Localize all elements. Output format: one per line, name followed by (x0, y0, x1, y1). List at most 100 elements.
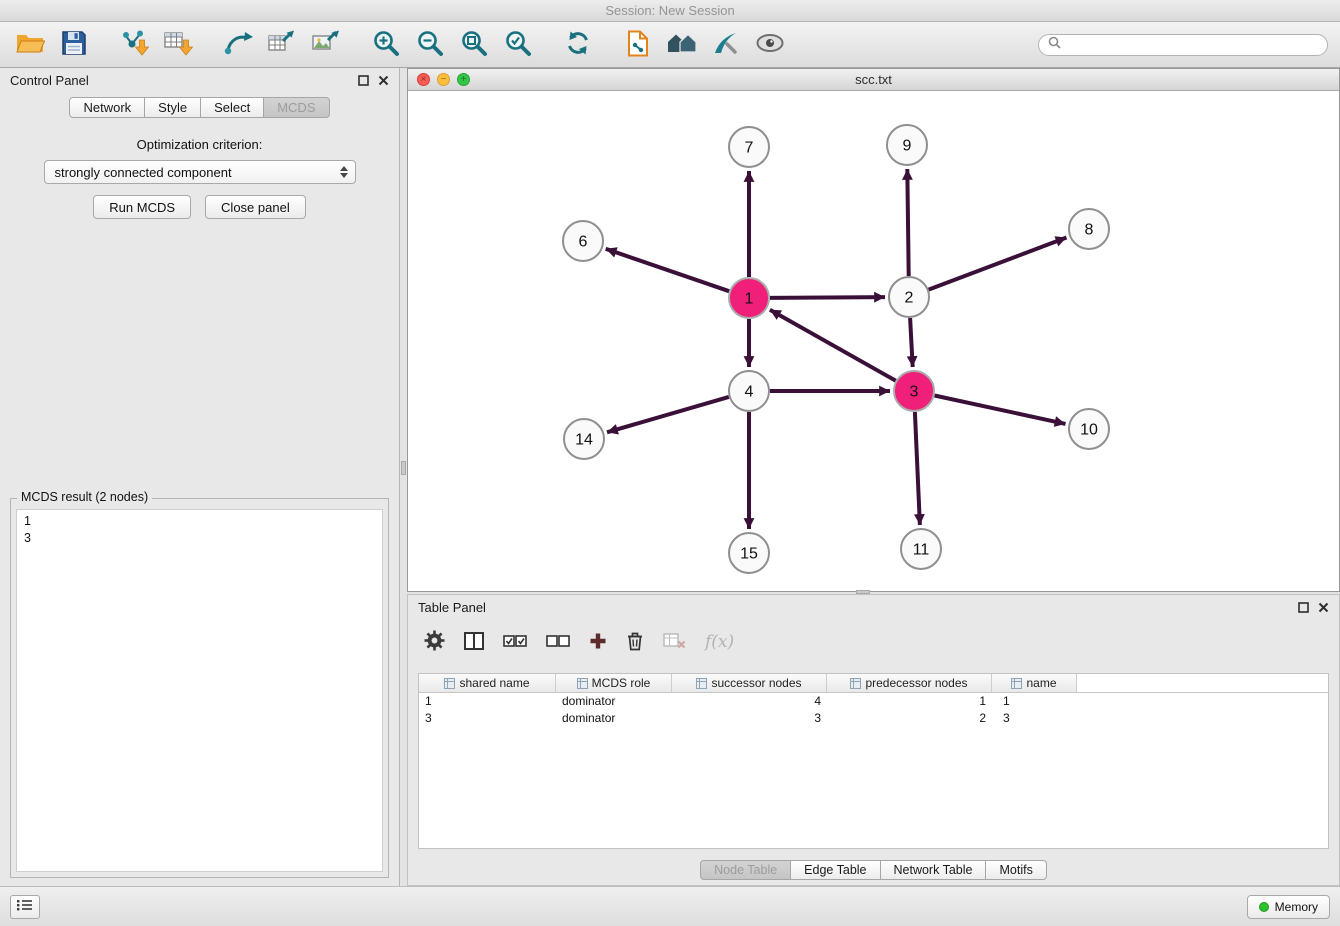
tab-mcds[interactable]: MCDS (263, 97, 329, 118)
close-control-panel-button[interactable] (378, 75, 389, 86)
table-cell-successor-nodes[interactable]: 4 (672, 693, 827, 710)
search-box[interactable] (1038, 34, 1328, 56)
graph-node-1[interactable]: 1 (729, 278, 769, 318)
memory-button[interactable]: Memory (1247, 895, 1330, 919)
mcds-result-item[interactable]: 3 (24, 530, 375, 547)
export-table-icon (267, 30, 297, 59)
tab-network[interactable]: Network (69, 97, 145, 118)
zoom-fit-button[interactable] (456, 26, 492, 64)
network-canvas[interactable]: 7 9 6 8 1 2 4 3 14 10 15 11 (408, 91, 1339, 591)
mcds-result-item[interactable]: 1 (24, 513, 375, 530)
graph-edge-1-2[interactable] (770, 297, 885, 298)
graph-edge-2-3[interactable] (910, 318, 913, 367)
table-options-button[interactable] (424, 630, 445, 654)
criterion-dropdown[interactable]: strongly connected component (44, 160, 356, 184)
graph-node-15[interactable]: 15 (729, 533, 769, 573)
share-network-button[interactable] (220, 26, 256, 64)
open-folder-icon (15, 30, 45, 59)
delete-button[interactable] (626, 631, 644, 654)
deselect-all-button[interactable] (546, 634, 570, 651)
search-input[interactable] (1066, 38, 1318, 52)
show-columns-button[interactable] (464, 632, 484, 653)
function-builder-button[interactable]: f(x) (705, 632, 734, 652)
graph-edge-3-1[interactable] (770, 310, 896, 381)
graph-node-6[interactable]: 6 (563, 221, 603, 261)
home-icon (666, 31, 698, 58)
home-view-button[interactable] (664, 26, 700, 64)
import-network-button[interactable] (116, 26, 152, 64)
graph-node-2[interactable]: 2 (889, 277, 929, 317)
table-cell-predecessor-nodes[interactable]: 1 (827, 693, 992, 710)
table-cell-shared-name[interactable]: 3 (419, 710, 556, 727)
save-session-button[interactable] (56, 26, 92, 64)
graph-node-8[interactable]: 8 (1069, 209, 1109, 249)
graph-edge-4-14[interactable] (607, 397, 729, 432)
maximize-window-button[interactable]: + (457, 73, 470, 86)
panel-divider-handle[interactable] (401, 461, 406, 475)
zoom-out-button[interactable] (412, 26, 448, 64)
table-cell-mcds-role[interactable]: dominator (556, 693, 672, 710)
table-cell-shared-name[interactable]: 1 (419, 693, 556, 710)
tab-style[interactable]: Style (144, 97, 201, 118)
table-tab-node-table[interactable]: Node Table (700, 860, 791, 880)
graph-edge-2-9[interactable] (907, 169, 908, 276)
task-history-button[interactable] (10, 895, 40, 919)
apply-style-button[interactable] (708, 26, 744, 64)
graph-node-14[interactable]: 14 (564, 419, 604, 459)
column-header-name[interactable]: name (992, 674, 1077, 692)
tab-select[interactable]: Select (200, 97, 264, 118)
graph-edge-3-10[interactable] (935, 396, 1066, 424)
svg-text:15: 15 (740, 546, 758, 563)
float-table-panel-button[interactable] (1298, 602, 1309, 613)
zoom-out-icon (416, 29, 444, 60)
save-floppy-icon (61, 30, 87, 59)
duplicate-network-button[interactable] (620, 26, 656, 64)
task-list-icon (17, 899, 33, 914)
graph-edge-2-8[interactable] (929, 238, 1067, 290)
table-cell-successor-nodes[interactable]: 3 (672, 710, 827, 727)
graph-node-11[interactable]: 11 (901, 529, 941, 569)
graph-node-9[interactable]: 9 (887, 125, 927, 165)
table-tab-edge-table[interactable]: Edge Table (790, 860, 880, 880)
table-cell-name[interactable]: 1 (992, 693, 1077, 710)
import-table-button[interactable] (160, 26, 196, 64)
delete-table-button[interactable] (663, 632, 686, 652)
column-header-mcds-role[interactable]: MCDS role (556, 674, 672, 692)
graph-edge-1-6[interactable] (606, 249, 729, 291)
network-graph[interactable]: 7 9 6 8 1 2 4 3 14 10 15 11 (408, 91, 1339, 591)
export-table-button[interactable] (264, 26, 300, 64)
float-control-panel-button[interactable] (358, 75, 369, 86)
graph-node-4[interactable]: 4 (729, 371, 769, 411)
close-table-panel-button[interactable] (1318, 602, 1329, 613)
select-all-button[interactable] (503, 634, 527, 651)
table-row[interactable]: 1dominator411 (419, 693, 1328, 710)
close-window-button[interactable]: × (417, 73, 430, 86)
show-graphics-details-button[interactable] (752, 26, 788, 64)
add-button[interactable] (589, 632, 607, 653)
table-row[interactable]: 3dominator323 (419, 710, 1328, 727)
graph-node-10[interactable]: 10 (1069, 409, 1109, 449)
column-header-shared-name[interactable]: shared name (419, 674, 556, 692)
zoom-selected-button[interactable] (500, 26, 536, 64)
export-image-button[interactable] (308, 26, 344, 64)
mcds-result-list[interactable]: 13 (16, 509, 383, 872)
close-panel-action-button[interactable]: Close panel (205, 195, 306, 219)
zoom-in-button[interactable] (368, 26, 404, 64)
svg-text:9: 9 (903, 138, 912, 155)
table-cell-mcds-role[interactable]: dominator (556, 710, 672, 727)
table-tab-network-table[interactable]: Network Table (880, 860, 987, 880)
table-cell-name[interactable]: 3 (992, 710, 1077, 727)
network-window-titlebar[interactable]: × − + scc.txt (408, 69, 1339, 91)
column-header-successor-nodes[interactable]: successor nodes (672, 674, 827, 692)
apply-layout-button[interactable] (560, 26, 596, 64)
table-tab-motifs[interactable]: Motifs (985, 860, 1046, 880)
graph-node-7[interactable]: 7 (729, 127, 769, 167)
table-cell-predecessor-nodes[interactable]: 2 (827, 710, 992, 727)
open-session-button[interactable] (12, 26, 48, 64)
column-header-predecessor-nodes[interactable]: predecessor nodes (827, 674, 992, 692)
graph-edge-3-11[interactable] (915, 412, 920, 525)
graph-node-3[interactable]: 3 (894, 371, 934, 411)
view-group (620, 26, 788, 64)
run-mcds-button[interactable]: Run MCDS (93, 195, 191, 219)
minimize-window-button[interactable]: − (437, 73, 450, 86)
